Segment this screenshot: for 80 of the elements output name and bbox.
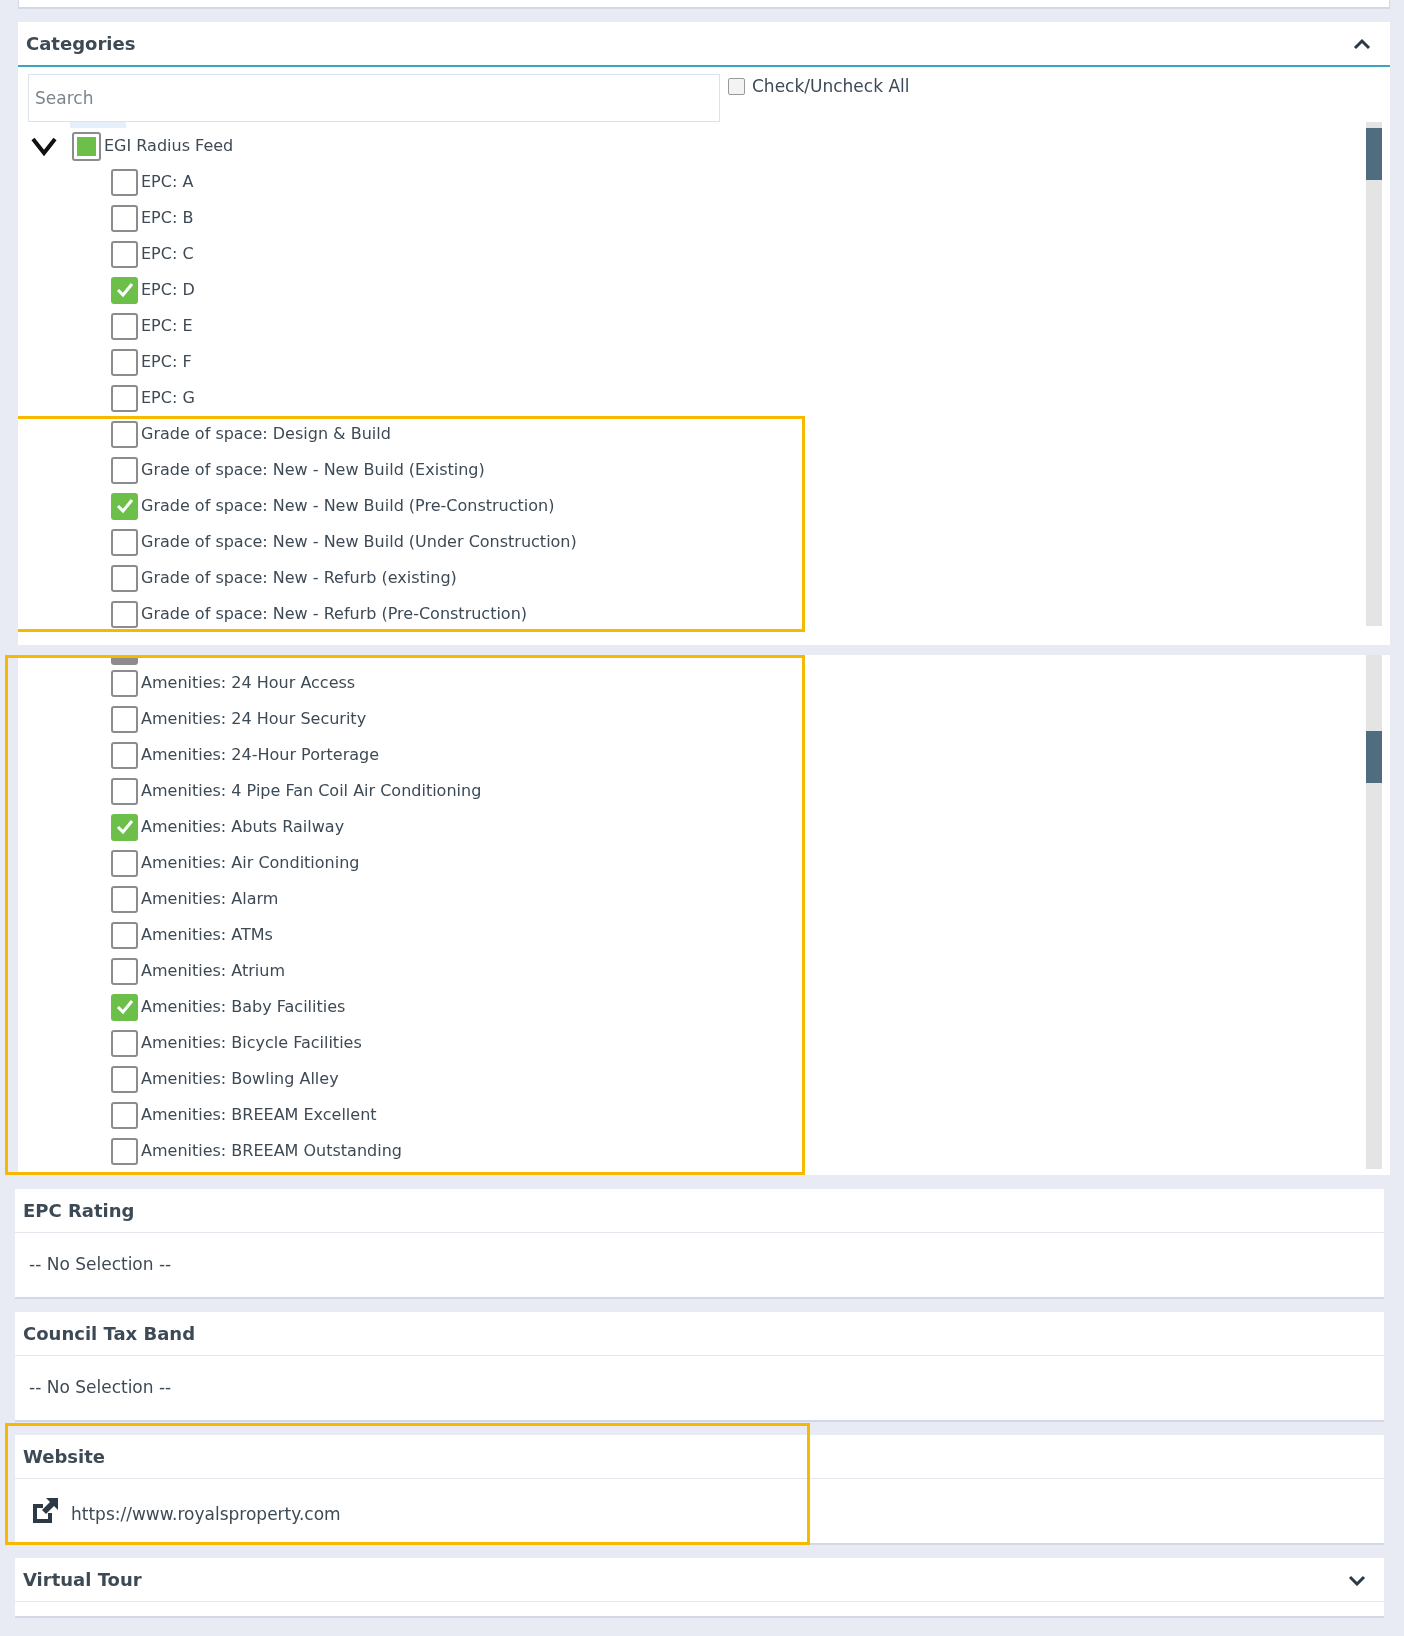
category-label: EGI Radius Feed (104, 135, 234, 157)
checkbox[interactable] (111, 741, 138, 769)
category-label: Amenities: Bicycle Facilities (141, 1032, 362, 1054)
checkbox[interactable] (111, 384, 138, 412)
checkbox[interactable] (111, 240, 138, 268)
category-label: EPC: B (141, 207, 194, 229)
checked-checkbox[interactable] (111, 492, 138, 520)
category-label: Amenities: 4 Pipe Fan Coil Air Conditioning (141, 780, 482, 802)
checkbox[interactable] (111, 669, 138, 697)
category-label: Amenities: ATMs (141, 924, 273, 946)
checked-checkbox[interactable] (111, 276, 138, 304)
checked-checkbox[interactable] (111, 993, 138, 1021)
category-label: Amenities: Atrium (141, 960, 286, 982)
section-title: EPC Rating (23, 1199, 135, 1223)
category-label: Amenities: BREEAM Outstanding (141, 1140, 402, 1162)
category-label: Amenities: Abuts Railway (141, 816, 345, 838)
category-label: Grade of space: New - New Build (Existing) (141, 459, 485, 481)
checkbox[interactable] (111, 777, 138, 805)
scrollbar[interactable] (1366, 122, 1382, 626)
checkbox[interactable] (111, 564, 138, 592)
scrollbar[interactable] (1366, 655, 1382, 1169)
checkbox[interactable] (111, 168, 138, 196)
section-value: -- No Selection -- (29, 1376, 172, 1400)
category-label: Amenities: 24 Hour Access (141, 672, 356, 694)
checkmark-icon (114, 817, 135, 837)
checkbox[interactable] (111, 921, 138, 949)
category-label: Amenities: 24 Hour Security (141, 708, 367, 730)
checkbox[interactable] (111, 348, 138, 376)
category-label: Grade of space: New - New Build (Under Construction) (141, 531, 577, 553)
checkmark-icon (114, 280, 135, 300)
category-label: Amenities: Baby Facilities (141, 996, 346, 1018)
category-label: Grade of space: Design & Build (141, 423, 391, 445)
category-label: EPC: E (141, 315, 193, 337)
section-value: -- No Selection -- (29, 1253, 172, 1277)
checkbox[interactable] (728, 78, 745, 96)
checkbox[interactable] (111, 655, 138, 665)
category-label: Grade of space: New - Refurb (existing) (141, 567, 457, 589)
checkmark-icon (114, 997, 135, 1017)
chevron-up-icon[interactable] (1352, 36, 1372, 51)
category-label: Amenities: 24-Hour Porterage (141, 744, 380, 766)
checkmark-icon (114, 496, 135, 516)
category-label: EPC: F (141, 351, 192, 373)
category-label: EPC: A (141, 171, 194, 193)
category-label: Grade of space: New - New Build (Pre-Construction) (141, 495, 555, 517)
checkbox[interactable] (111, 528, 138, 556)
category-label: Amenities: BREEAM Excellent (141, 1104, 377, 1126)
category-label: Amenities: Bowling Alley (141, 1068, 339, 1090)
scrollbar-thumb[interactable] (1366, 128, 1382, 180)
checkbox[interactable] (111, 885, 138, 913)
category-label: Grade of space: New - Refurb (Pre-Construction) (141, 603, 528, 625)
category-label: Amenities: Alarm (141, 888, 279, 910)
checkbox[interactable] (111, 312, 138, 340)
chevron-down-icon[interactable] (1348, 1573, 1366, 1586)
checkbox[interactable] (111, 204, 138, 232)
checked-checkbox[interactable] (111, 813, 138, 841)
chevron-down-icon[interactable] (30, 135, 58, 157)
checkbox[interactable] (111, 705, 138, 733)
category-label: EPC: D (141, 279, 195, 301)
checkbox[interactable] (111, 1101, 138, 1129)
checkbox[interactable] (111, 849, 138, 877)
checkbox[interactable] (111, 420, 138, 448)
checkbox[interactable] (111, 1137, 138, 1165)
section-title: Virtual Tour (23, 1568, 142, 1592)
cut-off-row (70, 122, 126, 128)
category-label: EPC: C (141, 243, 194, 265)
panel-title: Categories (26, 32, 136, 56)
check-all-label[interactable]: Check/Uncheck All (752, 74, 910, 100)
section-title: Website (23, 1445, 105, 1469)
checkbox[interactable] (111, 600, 138, 628)
partial-checkbox[interactable] (72, 131, 101, 161)
website-link[interactable]: https://www.royalsproperty.com (71, 1502, 341, 1528)
category-label: Amenities: Air Conditioning (141, 852, 360, 874)
checkbox[interactable] (111, 456, 138, 484)
checkbox[interactable] (111, 1065, 138, 1093)
category-label: EPC: G (141, 387, 195, 409)
checkbox[interactable] (111, 957, 138, 985)
section-title: Council Tax Band (23, 1322, 196, 1346)
search-field[interactable]: Search (28, 74, 720, 122)
scrollbar-thumb[interactable] (1366, 731, 1382, 783)
checkbox[interactable] (111, 1029, 138, 1057)
